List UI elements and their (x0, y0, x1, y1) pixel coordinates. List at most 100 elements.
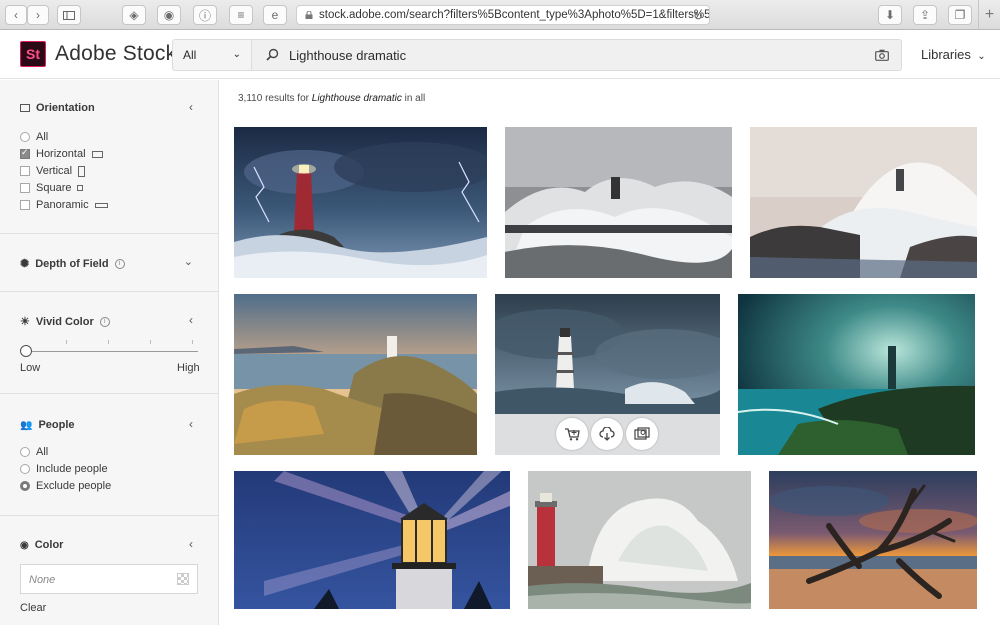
people-option-include[interactable]: Include people (20, 463, 108, 475)
checklist-icon: ≡ (237, 8, 245, 22)
color-clear-link[interactable]: Clear (20, 602, 46, 614)
chevron-left-icon[interactable]: ‹ (189, 537, 193, 551)
libraries-label: Libraries (921, 47, 971, 62)
orientation-option-all[interactable]: All (20, 131, 48, 143)
brand-name[interactable]: Adobe Stock (55, 42, 176, 66)
orientation-title: Orientation (36, 102, 95, 114)
teal-lighthouse-image (738, 294, 975, 455)
radio-button[interactable] (20, 132, 30, 142)
libraries-menu[interactable]: Libraries ⌄ (921, 47, 986, 62)
forward-button[interactable]: › (27, 5, 49, 25)
info-icon[interactable]: i (99, 316, 110, 327)
download-icon: ⬇ (884, 8, 896, 22)
result-image-8[interactable] (528, 471, 751, 609)
color-value: None (29, 574, 56, 586)
license-button[interactable] (556, 418, 588, 450)
checkbox[interactable] (20, 200, 30, 210)
extension-button-5[interactable]: e (263, 5, 287, 25)
orientation-header[interactable]: Orientation (20, 102, 95, 114)
vivid-color-title: Vivid Color (35, 315, 94, 328)
search-icon (266, 48, 279, 61)
result-image-6[interactable] (738, 294, 975, 455)
content-type-dropdown[interactable]: All ⌄ (172, 39, 252, 71)
reload-icon[interactable]: ↻ (693, 9, 703, 23)
browser-e-icon: e (271, 8, 279, 22)
wave-lighthouse-image (505, 127, 732, 278)
lock-icon (305, 11, 313, 19)
chevron-right-icon: › (36, 8, 40, 22)
results-for-text: results for (265, 93, 309, 104)
color-picker-field[interactable]: None (20, 564, 198, 594)
image-hover-actions (495, 414, 720, 455)
result-image-4[interactable] (234, 294, 477, 455)
radio-button-selected[interactable] (20, 481, 30, 491)
radio-button[interactable] (20, 447, 30, 457)
result-image-5[interactable] (495, 294, 720, 455)
results-number: 3,110 (238, 93, 263, 104)
people-option-all[interactable]: All (20, 446, 48, 458)
find-similar-button[interactable] (626, 418, 658, 450)
chevron-down-icon: ⌄ (232, 49, 241, 60)
horizontal-shape-icon (91, 150, 103, 158)
color-header[interactable]: ◉ Color (20, 539, 63, 551)
share-button[interactable]: ⇪ (913, 5, 937, 25)
orientation-section: Orientation ‹ All Horizontal Vertical Sq… (0, 80, 218, 234)
tabs-icon: ❐ (954, 8, 966, 22)
orientation-option-horizontal[interactable]: Horizontal (20, 147, 103, 160)
address-bar[interactable]: stock.adobe.com/search?filters%5Bcontent… (296, 5, 710, 25)
people-option-exclude[interactable]: Exclude people (20, 480, 111, 492)
new-tab-button[interactable]: + (978, 0, 1000, 30)
shield-check-icon: ◈ (129, 8, 139, 22)
adobe-stock-logo[interactable]: St (20, 41, 46, 67)
option-label: Square (36, 182, 72, 194)
vivid-high-label: High (177, 362, 200, 374)
depth-of-field-header[interactable]: ✺ Depth of Field i (20, 257, 125, 270)
transparent-swatch-icon[interactable] (177, 573, 189, 585)
radio-button[interactable] (20, 464, 30, 474)
chevron-left-icon[interactable]: ‹ (189, 100, 193, 114)
save-to-library-button[interactable] (591, 418, 623, 450)
vivid-color-slider-track[interactable] (26, 351, 198, 352)
tabs-button[interactable]: ❐ (948, 5, 972, 25)
checkbox[interactable] (20, 183, 30, 193)
back-button[interactable]: ‹ (5, 5, 27, 25)
browser-toolbar: ‹ › ◈ ◉ ⓘ ≡ e stock.adobe.com/search?fil… (0, 0, 1000, 30)
slider-tick (150, 340, 151, 344)
extension-button-2[interactable]: ◉ (157, 5, 181, 25)
slider-tick (108, 340, 109, 344)
orientation-option-panoramic[interactable]: Panoramic (20, 199, 108, 211)
result-image-7[interactable] (234, 471, 510, 609)
extension-button-3[interactable]: ⓘ (193, 5, 217, 25)
info-icon[interactable]: i (114, 258, 125, 269)
orientation-option-vertical[interactable]: Vertical (20, 165, 86, 177)
vivid-color-section: ☀ Vivid Color i ‹ Low High (0, 292, 218, 394)
search-field[interactable]: Lighthouse dramatic (252, 39, 902, 71)
result-image-2[interactable] (505, 127, 732, 278)
chevron-left-icon[interactable]: ‹ (189, 313, 193, 327)
downloads-button[interactable]: ⬇ (878, 5, 902, 25)
people-section: 👥 People ‹ All Include people Exclude pe… (0, 394, 218, 516)
search-query: Lighthouse dramatic (289, 48, 407, 63)
camera-icon[interactable] (875, 49, 889, 61)
option-label: All (36, 131, 49, 143)
result-image-1[interactable] (234, 127, 487, 278)
extension-button-4[interactable]: ≡ (229, 5, 253, 25)
lighthouse-beams-night-image (234, 471, 510, 609)
people-header[interactable]: 👥 People (20, 419, 75, 431)
vivid-color-header[interactable]: ☀ Vivid Color i (20, 315, 110, 328)
checkbox[interactable] (20, 166, 30, 176)
extension-button-1[interactable]: ◈ (122, 5, 146, 25)
chevron-left-icon[interactable]: ‹ (189, 417, 193, 431)
results-query: Lighthouse dramatic (311, 93, 402, 104)
info-circle-icon: ⓘ (198, 8, 211, 23)
checkbox-checked[interactable] (20, 147, 30, 159)
orientation-option-square[interactable]: Square (20, 182, 84, 194)
vivid-color-slider-handle[interactable] (20, 345, 32, 357)
share-icon: ⇪ (919, 8, 931, 22)
color-title: Color (34, 539, 64, 551)
depth-of-field-title: Depth of Field (35, 257, 109, 270)
sidebar-toggle-button[interactable] (57, 5, 81, 25)
chevron-down-icon[interactable]: ⌄ (184, 255, 193, 268)
result-image-3[interactable] (750, 127, 977, 278)
result-image-9[interactable] (769, 471, 977, 609)
